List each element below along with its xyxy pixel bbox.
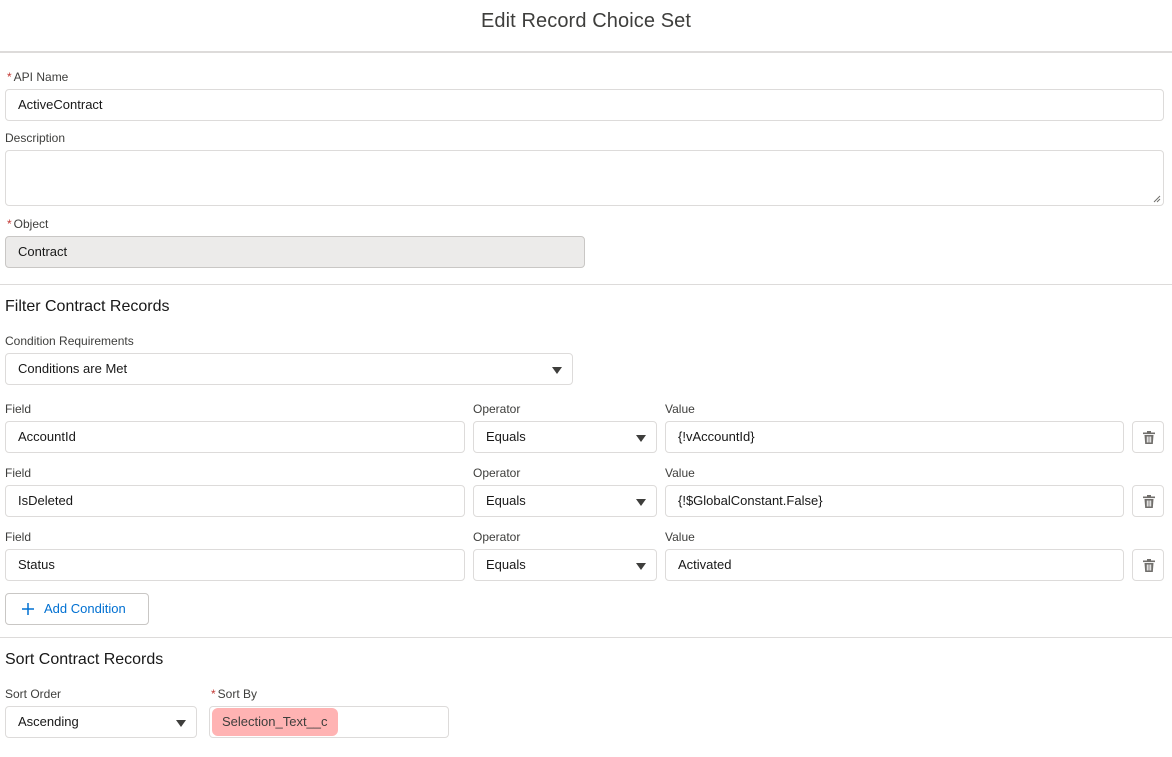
condition-operator-label: Operator <box>473 530 521 544</box>
sort-by-pill[interactable]: Selection_Text__c <box>212 708 338 736</box>
sort-by-label: * Sort By <box>211 687 257 701</box>
condition-operator-label: Operator <box>473 402 521 416</box>
section-divider <box>0 637 1172 638</box>
condition-field-value: IsDeleted <box>18 493 73 508</box>
condition-value-text: {!$GlobalConstant.False} <box>678 493 823 508</box>
required-marker: * <box>211 687 216 701</box>
condition-field-value: AccountId <box>18 429 76 444</box>
condition-operator-value: Equals <box>486 429 526 444</box>
api-name-value: ActiveContract <box>18 97 103 112</box>
modal-header: Edit Record Choice Set <box>0 0 1172 53</box>
object-label: * Object <box>7 217 48 231</box>
delete-condition-button[interactable] <box>1132 421 1164 453</box>
condition-field-label: Field <box>5 402 32 416</box>
api-name-input[interactable]: ActiveContract <box>5 89 1164 121</box>
object-label-text: Object <box>13 217 49 231</box>
condition-operator-select[interactable]: Equals <box>473 549 657 581</box>
condition-field-input[interactable]: IsDeleted <box>5 485 465 517</box>
add-condition-button[interactable]: Add Condition <box>5 593 149 625</box>
trash-icon <box>1143 431 1155 444</box>
api-name-label-text: API Name <box>13 70 69 84</box>
condition-requirements-value: Conditions are Met <box>18 361 128 376</box>
condition-value-input[interactable]: Activated <box>665 549 1124 581</box>
condition-value-label: Value <box>665 466 695 480</box>
condition-operator-value: Equals <box>486 493 526 508</box>
sort-order-value: Ascending <box>18 714 79 729</box>
condition-field-value: Status <box>18 557 55 572</box>
condition-operator-select[interactable]: Equals <box>473 421 657 453</box>
object-value: Contract <box>18 244 68 259</box>
condition-requirements-select[interactable]: Conditions are Met <box>5 353 573 385</box>
delete-condition-button[interactable] <box>1132 485 1164 517</box>
sort-order-label: Sort Order <box>5 687 62 701</box>
sort-by-label-text: Sort By <box>217 687 258 701</box>
condition-value-text: Activated <box>678 557 732 572</box>
delete-condition-button[interactable] <box>1132 549 1164 581</box>
condition-field-label: Field <box>5 466 32 480</box>
condition-operator-label: Operator <box>473 466 521 480</box>
chevron-down-icon <box>636 499 646 506</box>
description-textarea[interactable] <box>5 150 1164 206</box>
chevron-down-icon <box>176 720 186 727</box>
resize-grip-icon[interactable] <box>1153 195 1161 203</box>
trash-icon <box>1143 495 1155 508</box>
condition-value-label: Value <box>665 530 695 544</box>
condition-value-label: Value <box>665 402 695 416</box>
condition-operator-value: Equals <box>486 557 526 572</box>
condition-value-input[interactable]: {!vAccountId} <box>665 421 1124 453</box>
sort-by-input[interactable]: Selection_Text__c <box>209 706 449 738</box>
condition-field-input[interactable]: Status <box>5 549 465 581</box>
condition-operator-select[interactable]: Equals <box>473 485 657 517</box>
sort-order-select[interactable]: Ascending <box>5 706 197 738</box>
condition-value-input[interactable]: {!$GlobalConstant.False} <box>665 485 1124 517</box>
condition-field-label: Field <box>5 530 32 544</box>
add-condition-label: Add Condition <box>44 601 126 616</box>
condition-requirements-label: Condition Requirements <box>5 334 134 348</box>
trash-icon <box>1143 559 1155 572</box>
condition-field-input[interactable]: AccountId <box>5 421 465 453</box>
section-divider <box>0 284 1172 285</box>
plus-icon <box>22 603 34 615</box>
api-name-label: * API Name <box>7 70 68 84</box>
modal-title: Edit Record Choice Set <box>480 10 692 32</box>
chevron-down-icon <box>552 367 562 374</box>
sort-section-title: Sort Contract Records <box>5 651 164 668</box>
description-label: Description <box>5 131 66 145</box>
condition-value-text: {!vAccountId} <box>678 429 755 444</box>
chevron-down-icon <box>636 563 646 570</box>
required-marker: * <box>7 217 12 231</box>
filter-section-title: Filter Contract Records <box>5 298 170 315</box>
required-marker: * <box>7 70 12 84</box>
chevron-down-icon <box>636 435 646 442</box>
object-input: Contract <box>5 236 585 268</box>
